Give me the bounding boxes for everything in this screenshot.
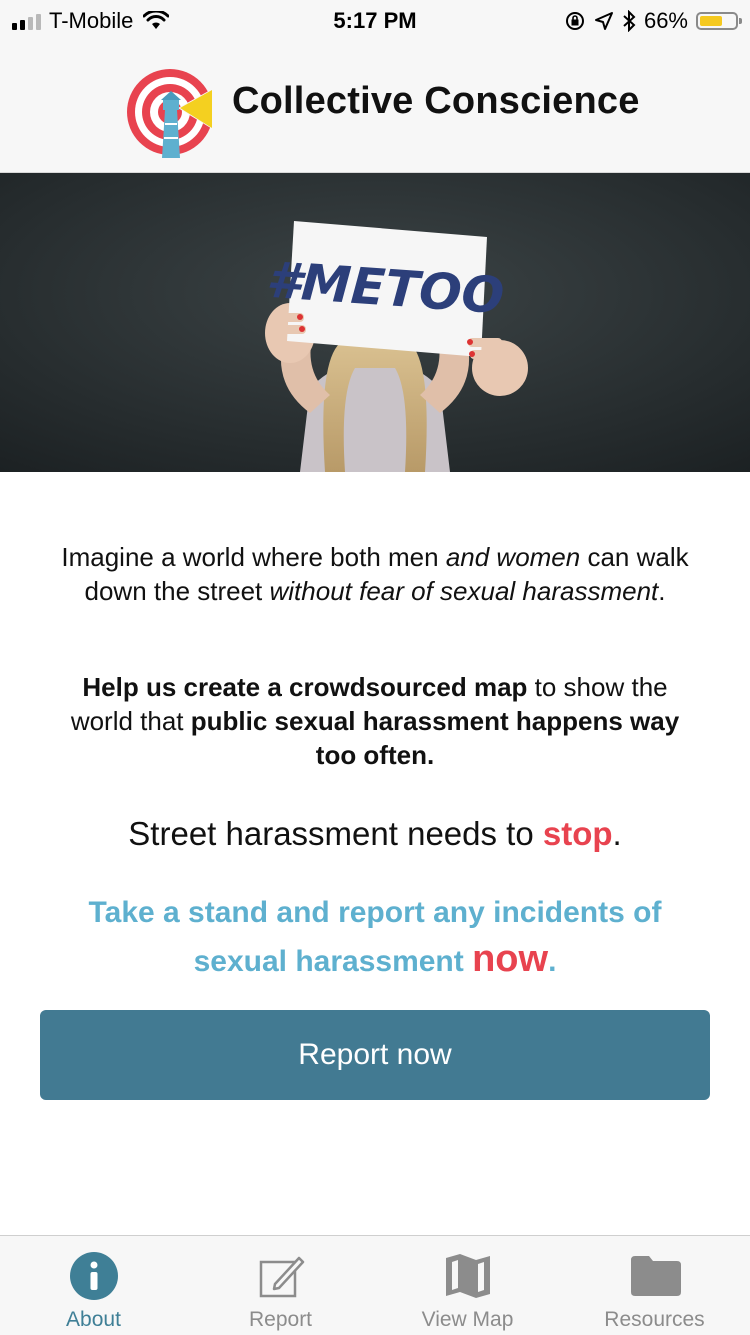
location-icon: [594, 12, 613, 30]
tab-label: View Map: [421, 1308, 514, 1331]
status-bar: T-Mobile 5:17 PM 66%: [0, 0, 750, 42]
hero-image: #METOO: [0, 173, 750, 472]
orientation-lock-icon: [565, 12, 584, 30]
folder-icon: [630, 1256, 681, 1296]
intro-emphasis: without fear of sexual harassment: [269, 576, 659, 606]
intro-text: .: [658, 576, 666, 606]
edit-icon: [259, 1256, 304, 1298]
info-icon: [69, 1252, 118, 1300]
intro-emphasis: and women: [445, 542, 581, 572]
call-to-action-text: Take a stand and report any incidents of…: [55, 890, 695, 985]
battery-percent: 66%: [643, 8, 688, 33]
tab-label: About: [66, 1308, 121, 1331]
stop-text: Street harassment needs to: [128, 815, 543, 852]
tab-report[interactable]: Report: [187, 1236, 374, 1335]
map-icon: [445, 1254, 490, 1298]
app-header: Collective Conscience: [0, 42, 750, 173]
stop-highlight: stop: [542, 815, 613, 852]
cta-text: .: [548, 945, 557, 978]
app-title: Collective Conscience: [232, 80, 640, 122]
tab-label: Report: [248, 1308, 313, 1331]
tab-bar: About Report View Map Resources: [0, 1235, 750, 1335]
now-highlight: now: [472, 938, 549, 980]
stop-statement: Street harassment needs to stop.: [55, 812, 695, 856]
bluetooth-icon: [623, 10, 636, 32]
tab-view-map[interactable]: View Map: [374, 1236, 561, 1335]
cta-text: Take a stand and report any incidents of…: [88, 896, 662, 978]
lighthouse-target-logo: [127, 69, 214, 158]
stop-text: .: [612, 815, 622, 852]
tab-about[interactable]: About: [0, 1236, 187, 1335]
intro-text: Imagine a world where both men: [61, 542, 446, 572]
mission-bold: public sexual harassment happens way too…: [190, 706, 680, 770]
mission-paragraph: Help us create a crowdsourced map to sho…: [55, 670, 695, 772]
report-now-button[interactable]: Report now: [40, 1010, 710, 1100]
battery-icon: [696, 12, 742, 30]
mission-bold: Help us create a crowdsourced map: [82, 672, 528, 702]
tab-label: Resources: [604, 1308, 705, 1331]
intro-paragraph: Imagine a world where both men and women…: [55, 540, 695, 608]
tab-resources[interactable]: Resources: [561, 1236, 748, 1335]
